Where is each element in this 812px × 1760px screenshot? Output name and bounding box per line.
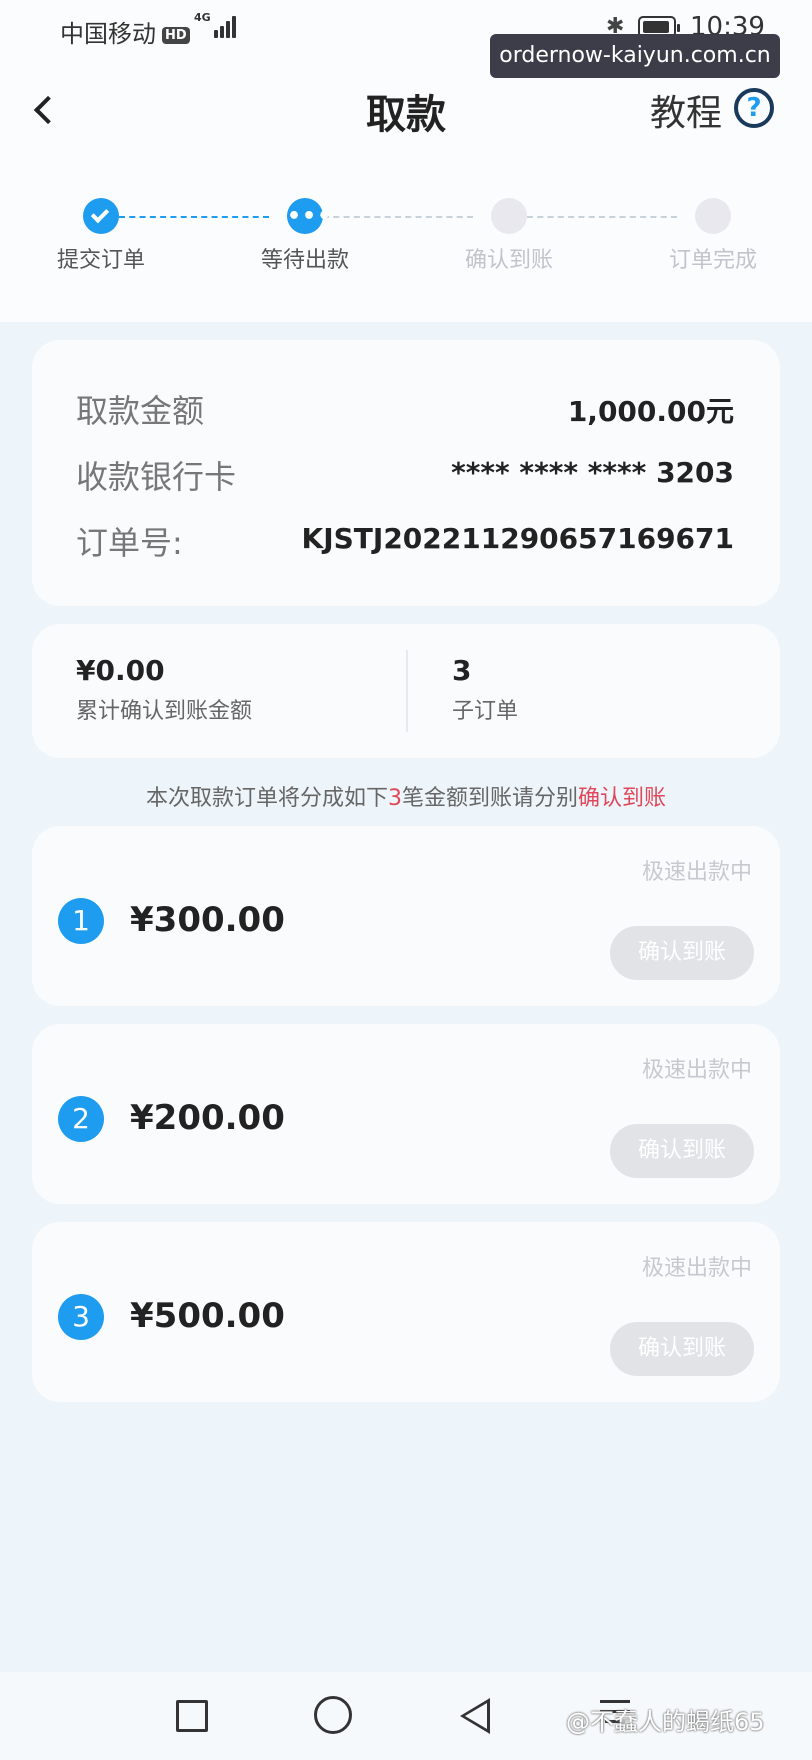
order-number-label: 订单号: bbox=[76, 524, 183, 562]
step-dot-waiting: ••• bbox=[287, 198, 331, 234]
summary-card: ¥0.00 累计确认到账金额 3 子订单 bbox=[32, 624, 780, 758]
triangle-back-icon[interactable] bbox=[460, 1698, 490, 1734]
step-label: 等待出款 bbox=[260, 248, 349, 273]
split-count: 3 bbox=[387, 786, 402, 811]
amount-row: 取款金额 1,000.00元 bbox=[76, 386, 734, 430]
order-number-row: 订单号: KJSTJ2022112906571696​71 bbox=[76, 518, 734, 562]
suborder-card: 1 ¥300.00 极速出款中 确认到账 bbox=[32, 826, 780, 1006]
watermark: @不蠢人的蝎纸65 bbox=[566, 1708, 765, 1736]
suborder-amount: ¥500.00 bbox=[130, 1296, 285, 1336]
amount-value: 1,000.00元 bbox=[567, 395, 734, 428]
suborder-index-badge: 2 bbox=[58, 1096, 104, 1142]
bank-card-label: 收款银行卡 bbox=[76, 458, 237, 496]
step-label: 确认到账 bbox=[464, 248, 553, 273]
step-connector bbox=[323, 216, 473, 218]
confirm-highlight: 确认到账 bbox=[578, 786, 667, 811]
suborder-index-badge: 1 bbox=[58, 898, 104, 944]
bank-card-value: **** **** **** 3203 bbox=[451, 456, 734, 489]
question-circle-icon[interactable]: ? bbox=[734, 88, 774, 128]
divider bbox=[406, 650, 408, 732]
square-icon[interactable] bbox=[176, 1700, 208, 1732]
confirm-receipt-button[interactable]: 确认到账 bbox=[610, 1322, 754, 1376]
hd-badge: HD bbox=[162, 26, 190, 44]
step-dot-submitted bbox=[83, 198, 119, 234]
order-number-value: KJSTJ2022112906571696​71 bbox=[301, 522, 734, 555]
signal-icon bbox=[200, 14, 236, 38]
nav-bar: 取款 教程 ? bbox=[0, 70, 812, 150]
progress-stepper: ••• 提交订单 等待出款 确认到账 订单完成 bbox=[0, 196, 812, 276]
step-dot-complete bbox=[695, 198, 731, 234]
suborder-amount: ¥200.00 bbox=[130, 1098, 285, 1138]
split-notice: 本次取款订单将分成如下3笔金额到账请分别确认到账 bbox=[145, 786, 667, 811]
suborder-status: 极速出款中 bbox=[641, 1058, 752, 1083]
tutorial-link[interactable]: 教程 bbox=[650, 84, 722, 136]
confirm-receipt-button[interactable]: 确认到账 bbox=[610, 926, 754, 980]
step-connector bbox=[527, 216, 677, 218]
suborder-card: 2 ¥200.00 极速出款中 确认到账 bbox=[32, 1024, 780, 1204]
suborder-card: 3 ¥500.00 极速出款中 确认到账 bbox=[32, 1222, 780, 1402]
check-icon bbox=[90, 204, 110, 224]
suborder-status: 极速出款中 bbox=[641, 1256, 752, 1281]
suborder-count: 3 子订单 bbox=[452, 654, 518, 725]
suborder-count-label: 子订单 bbox=[452, 699, 519, 724]
suborder-amount: ¥300.00 bbox=[130, 900, 285, 940]
suborder-count-value: 3 bbox=[452, 654, 472, 687]
step-label: 提交订单 bbox=[56, 248, 145, 273]
confirmed-amount: ¥0.00 累计确认到账金额 bbox=[76, 654, 252, 725]
carrier-name: 中国移动 HD bbox=[60, 14, 190, 49]
step-dot-confirm bbox=[491, 198, 527, 234]
circle-icon[interactable] bbox=[314, 1696, 352, 1734]
confirmed-amount-value: ¥0.00 bbox=[76, 654, 165, 687]
withdrawal-details-card: 取款金额 1,000.00元 收款银行卡 **** **** **** 3203… bbox=[32, 340, 780, 606]
ellipsis-icon: ••• bbox=[287, 204, 333, 229]
step-label: 订单完成 bbox=[668, 248, 757, 273]
bank-card-row: 收款银行卡 **** **** **** 3203 bbox=[76, 452, 734, 496]
suborder-index-badge: 3 bbox=[58, 1294, 104, 1340]
amount-label: 取款金额 bbox=[76, 392, 205, 430]
suborder-status: 极速出款中 bbox=[641, 860, 752, 885]
confirm-receipt-button[interactable]: 确认到账 bbox=[610, 1124, 754, 1178]
step-connector bbox=[119, 216, 269, 218]
confirmed-amount-label: 累计确认到账金额 bbox=[76, 699, 253, 724]
